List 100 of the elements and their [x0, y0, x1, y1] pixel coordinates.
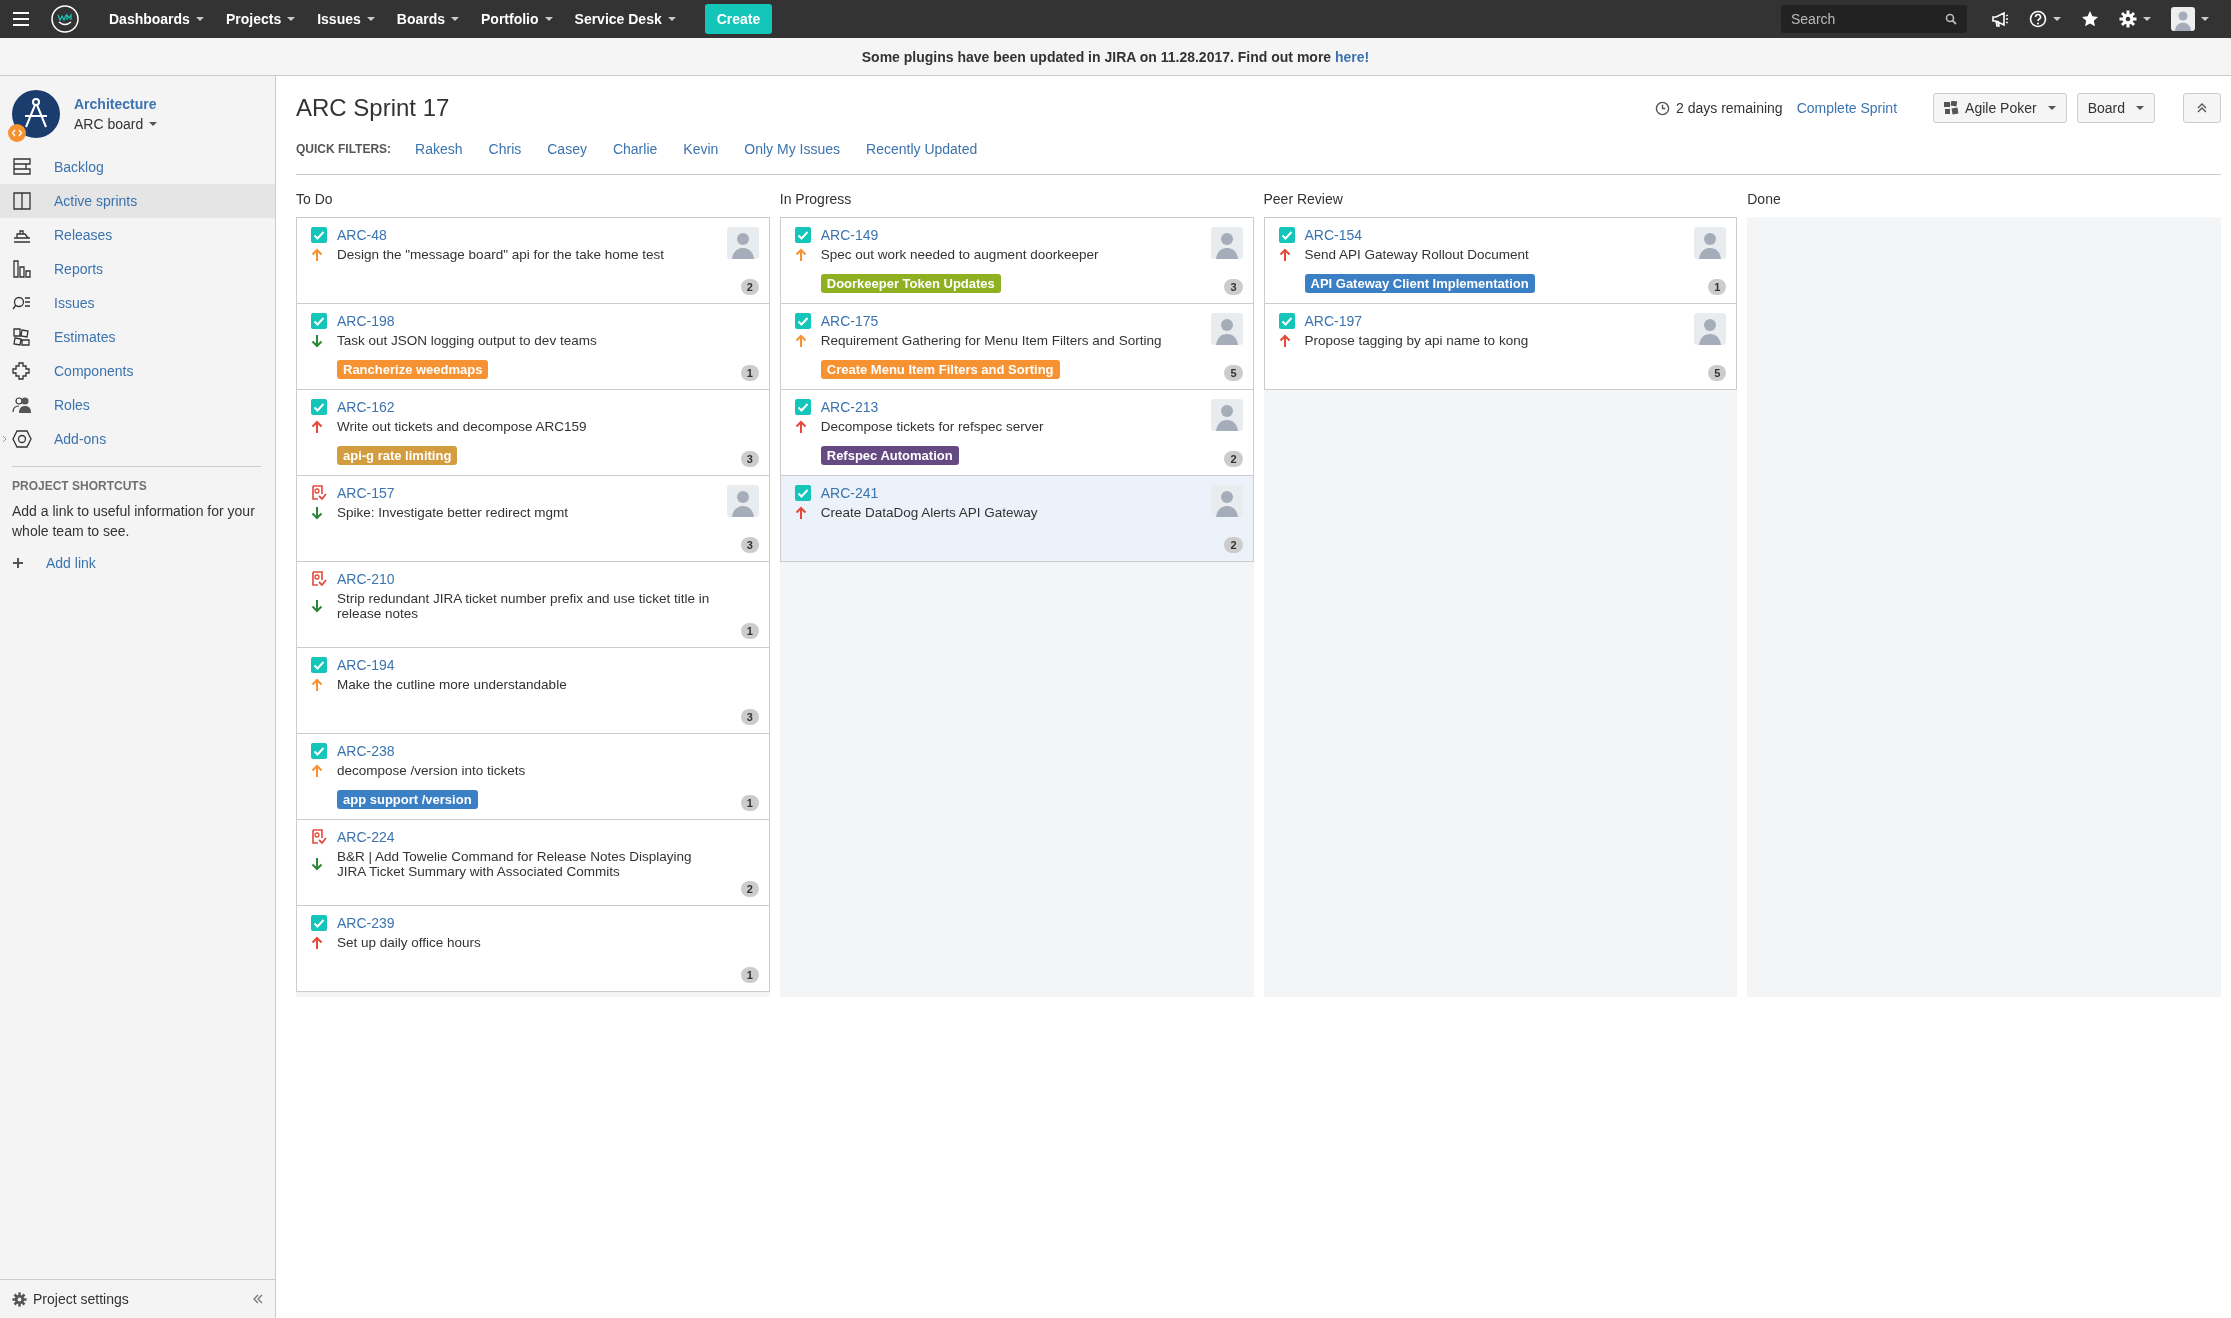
epic-label: Create Menu Item Filters and Sorting: [820, 360, 1060, 379]
quick-filter-link[interactable]: Casey: [547, 141, 587, 157]
caret-icon: [2136, 106, 2144, 110]
issue-summary: Create DataDog Alerts API Gateway: [820, 505, 1039, 520]
issue-key-link[interactable]: ARC-239: [337, 915, 719, 931]
menu-icon[interactable]: [12, 12, 30, 26]
issue-card[interactable]: ARC-241 Create DataDog Alerts API Gateway 2: [780, 476, 1253, 562]
chevron-icon[interactable]: [2, 435, 7, 443]
estimate-count: 1: [740, 967, 759, 983]
sidebar-item[interactable]: Add-ons: [0, 422, 275, 456]
issue-card[interactable]: ARC-175 Requirement Gathering for Menu Item Filters and Sorting Create Menu Item Filters and Sorting 5: [780, 304, 1253, 390]
sidebar-item[interactable]: Components: [0, 354, 275, 388]
nav-menu[interactable]: Service Desk: [563, 0, 687, 38]
nav-menu[interactable]: Portfolio: [470, 0, 564, 38]
issue-key-link[interactable]: ARC-175: [820, 313, 1203, 329]
board-button[interactable]: Board: [2076, 93, 2155, 123]
quick-filter-link[interactable]: Charlie: [612, 141, 658, 157]
issue-card[interactable]: ARC-162 Write out tickets and decompose ARC159 api-g rate limiting 3: [297, 390, 769, 476]
issue-card[interactable]: ARC-210 Strip redundant JIRA ticket number prefix and use ticket title in release notes 1: [297, 562, 769, 648]
issue-key-link[interactable]: ARC-194: [337, 657, 719, 673]
checkbox-icon: [311, 399, 327, 415]
issue-card[interactable]: ARC-157 Spike: Investigate better redirect mgmt 3: [297, 476, 769, 562]
issue-key-link[interactable]: ARC-241: [820, 485, 1203, 501]
issue-card[interactable]: ARC-239 Set up daily office hours 1: [297, 906, 769, 992]
puzzle-icon: [12, 361, 32, 381]
issue-summary: Spike: Investigate better redirect mgmt: [337, 505, 570, 520]
project-settings-link[interactable]: Project settings: [33, 1291, 129, 1307]
nav-menu[interactable]: Projects: [214, 0, 307, 38]
section-heading: PROJECT SHORTCUTS: [11, 479, 148, 493]
issue-key-link[interactable]: ARC-157: [337, 485, 719, 501]
logo-icon[interactable]: [50, 4, 80, 34]
quick-filter-link[interactable]: Only My Issues: [744, 141, 841, 157]
estimate-count: 2: [1224, 537, 1243, 553]
nav-menu[interactable]: Boards: [385, 0, 470, 38]
issue-summary: Task out JSON logging output to dev teams: [337, 333, 598, 348]
settings-icon[interactable]: [2119, 10, 2137, 28]
sprint-title: ARC Sprint 17: [296, 94, 450, 122]
columns-icon: [12, 191, 32, 211]
issue-card[interactable]: ARC-149 Spec out work needed to augment doorkeeper Doorkeeper Token Updates 3: [780, 218, 1253, 304]
issue-key-link[interactable]: ARC-213: [820, 399, 1203, 415]
star-icon[interactable]: [2081, 10, 2099, 28]
arrow-up-icon: [311, 419, 323, 434]
nav-menu[interactable]: Issues: [306, 0, 386, 38]
sidebar-item[interactable]: Backlog: [0, 150, 275, 184]
issue-key-link[interactable]: ARC-210: [337, 571, 719, 587]
estimate-count: 5: [1224, 365, 1243, 381]
issue-card[interactable]: ARC-154 Send API Gateway Rollout Document API Gateway Client Implementation 1: [1264, 218, 1737, 304]
estimate-count: 2: [740, 279, 759, 295]
spike-icon: [311, 571, 327, 587]
epic-label: Refspec Automation: [820, 446, 959, 465]
caret-icon: [149, 122, 158, 126]
spike-icon: [311, 829, 327, 845]
epic-label: api-g rate limiting: [337, 446, 458, 465]
complete-sprint-link[interactable]: Complete Sprint: [1796, 100, 1898, 116]
issue-card[interactable]: ARC-224 B&R | Add Towelie Command for Release Notes Displaying JIRA Ticket Summary with Associated Commits 2: [297, 820, 769, 906]
issue-card[interactable]: ARC-197 Propose tagging by api name to kong 5: [1264, 304, 1737, 390]
code-badge-icon: [8, 124, 26, 142]
agile-poker-button[interactable]: Agile Poker: [1933, 93, 2067, 123]
board-selector[interactable]: ARC board: [74, 116, 158, 132]
spike-icon: [311, 485, 327, 501]
project-name[interactable]: Architecture: [74, 96, 158, 112]
megaphone-icon[interactable]: [1991, 11, 2009, 27]
arrow-up-icon: [794, 247, 807, 262]
issue-card[interactable]: ARC-213 Decompose tickets for refspec server Refspec Automation 2: [780, 390, 1253, 476]
sidebar-item[interactable]: Estimates: [0, 320, 275, 354]
column-header: Done: [1747, 190, 1782, 209]
quick-filter-link[interactable]: Chris: [488, 141, 522, 157]
issue-key-link[interactable]: ARC-224: [337, 829, 719, 845]
sidebar-item[interactable]: Active sprints: [0, 184, 275, 218]
sidebar-item[interactable]: Reports: [0, 252, 275, 286]
issue-key-link[interactable]: ARC-154: [1304, 227, 1687, 243]
caret-icon: [287, 17, 296, 21]
issue-summary: Decompose tickets for refspec server: [820, 419, 1045, 434]
quick-filter-link[interactable]: Kevin: [683, 141, 719, 157]
search-field[interactable]: Search: [1781, 5, 1967, 33]
issue-card[interactable]: ARC-198 Task out JSON logging output to dev teams Rancherize weedmaps 1: [297, 304, 769, 390]
sidebar-item[interactable]: Roles: [0, 388, 275, 422]
collapse-icon[interactable]: [253, 1294, 263, 1304]
project-logo-icon[interactable]: [12, 90, 60, 138]
issue-key-link[interactable]: ARC-238: [337, 743, 719, 759]
estimate-count: 1: [740, 623, 759, 639]
sidebar-item[interactable]: Issues: [0, 286, 275, 320]
issue-key-link[interactable]: ARC-48: [337, 227, 719, 243]
quick-filter-link[interactable]: Recently Updated: [866, 141, 978, 157]
issue-card[interactable]: ARC-238 decompose /version into tickets app support /version 1: [297, 734, 769, 820]
add-link[interactable]: Add link: [0, 541, 275, 585]
estimate-count: 2: [1224, 451, 1243, 467]
issue-summary: Write out tickets and decompose ARC159: [337, 419, 588, 434]
issue-key-link[interactable]: ARC-162: [337, 399, 719, 415]
nav-menu[interactable]: Dashboards: [98, 0, 215, 38]
sidebar-item[interactable]: Releases: [0, 218, 275, 252]
issue-key-link[interactable]: ARC-198: [337, 313, 719, 329]
quick-filter-link[interactable]: Rakesh: [415, 141, 463, 157]
issue-card[interactable]: ARC-194 Make the cutline more understandable 3: [297, 648, 769, 734]
issue-card[interactable]: ARC-48 Design the "message board" api for the take home test 2: [297, 218, 769, 304]
help-icon[interactable]: [2029, 10, 2047, 28]
issue-key-link[interactable]: ARC-197: [1304, 313, 1687, 329]
banner-link[interactable]: here!: [1335, 48, 1370, 65]
issue-summary: Spec out work needed to augment doorkeeper: [820, 247, 1100, 262]
issue-key-link[interactable]: ARC-149: [820, 227, 1203, 243]
